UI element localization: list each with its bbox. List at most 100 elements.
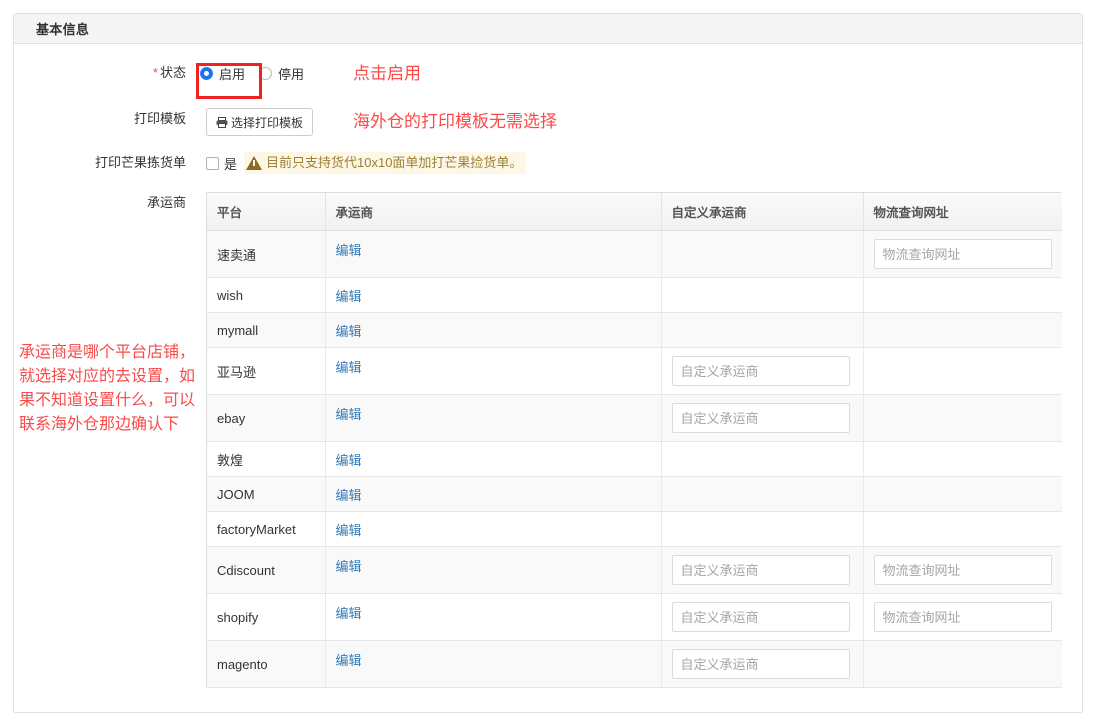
cell-platform: magento — [207, 640, 326, 688]
cell-custom-carrier — [661, 394, 864, 442]
cell-custom-carrier — [661, 593, 864, 641]
print-template-control: 选择打印模板 — [196, 108, 1082, 136]
table-row: ebay 编辑 — [207, 394, 1062, 442]
cell-carrier: 编辑 — [325, 277, 662, 313]
edit-carrier-link[interactable]: 编辑 — [336, 360, 362, 375]
carrier-table-head: 平台 承运商 自定义承运商 物流查询网址 — [207, 193, 1062, 231]
edit-carrier-link[interactable]: 编辑 — [336, 606, 362, 621]
cell-carrier: 编辑 — [325, 640, 662, 688]
cell-logistics-url — [863, 347, 1062, 395]
cell-platform: wish — [207, 277, 326, 313]
column-header-platform: 平台 — [207, 193, 326, 231]
cell-platform: factoryMarket — [207, 511, 326, 547]
cell-platform: 亚马逊 — [207, 347, 326, 395]
cell-carrier: 编辑 — [325, 394, 662, 442]
print-template-label: 打印模板 — [133, 111, 186, 126]
column-header-logistics-url: 物流查询网址 — [863, 193, 1062, 231]
cell-logistics-url — [863, 230, 1062, 278]
cell-platform: JOOM — [207, 476, 326, 512]
cell-custom-carrier — [661, 511, 864, 547]
cell-platform: 敦煌 — [207, 441, 326, 477]
required-marker: * — [152, 65, 158, 80]
cell-custom-carrier — [661, 312, 864, 348]
carrier-table: 平台 承运商 自定义承运商 物流查询网址 速卖通编辑wish编辑mymall编辑… — [207, 193, 1062, 688]
edit-carrier-link[interactable]: 编辑 — [336, 289, 362, 304]
table-row: 敦煌 编辑 — [207, 441, 1062, 477]
page-title: 基本信息 — [36, 22, 90, 37]
cell-logistics-url — [863, 511, 1062, 547]
table-row: mymall 编辑 — [207, 312, 1062, 348]
table-row: wish 编辑 — [207, 277, 1062, 313]
radio-dot-enabled-icon[interactable] — [200, 66, 213, 80]
edit-carrier-link[interactable]: 编辑 — [336, 488, 362, 503]
cell-platform: mymall — [207, 312, 326, 348]
table-header-row: 平台 承运商 自定义承运商 物流查询网址 — [207, 193, 1062, 231]
cell-carrier: 编辑 — [325, 511, 662, 547]
custom-carrier-input[interactable] — [671, 356, 850, 386]
select-print-template-button[interactable]: 选择打印模板 — [206, 108, 314, 136]
table-row: Cdiscount 编辑 — [207, 546, 1062, 594]
cell-platform: ebay — [207, 394, 326, 442]
cell-logistics-url — [863, 394, 1062, 442]
mango-pick-checkbox[interactable] — [206, 156, 219, 170]
edit-carrier-link[interactable]: 编辑 — [336, 324, 362, 339]
edit-carrier-link[interactable]: 编辑 — [336, 559, 362, 574]
table-row: magento 编辑 — [207, 640, 1062, 688]
logistics-url-input[interactable] — [873, 239, 1052, 269]
cell-carrier: 编辑 — [325, 476, 662, 512]
warning-triangle-icon — [246, 156, 263, 170]
carrier-table-body: 速卖通编辑wish编辑mymall编辑亚马逊编辑ebay编辑敦煌编辑JOOM编辑… — [207, 230, 1062, 688]
mango-pick-line: 是 目前只支持货代10x10面单加打芒果捡货单。 — [196, 152, 1082, 174]
printer-icon — [216, 116, 228, 128]
radio-label-disabled: 停用 — [278, 66, 305, 82]
custom-carrier-input[interactable] — [671, 602, 850, 632]
cell-custom-carrier — [661, 441, 864, 477]
edit-carrier-link[interactable]: 编辑 — [336, 653, 362, 668]
annotation-carrier-note: 承运商是哪个平台店铺，就选择对应的去设置，如果不知道设置什么，可以联系海外仓那边… — [19, 342, 196, 433]
mango-pick-label: 打印芒果拣货单 — [94, 155, 186, 170]
form-row-carrier-table: 承运商 平台 承运商 自定义承运商 物流查询网址 速卖通 编辑 物流查询网址 w… — [14, 192, 1082, 688]
column-header-carrier: 承运商 — [325, 193, 662, 231]
status-label-text: 状态 — [159, 65, 186, 80]
select-print-template-label: 选择打印模板 — [231, 115, 304, 130]
radio-status-disabled[interactable]: 停用 — [259, 64, 304, 83]
edit-carrier-link[interactable]: 编辑 — [336, 453, 362, 468]
custom-carrier-input[interactable] — [671, 649, 850, 679]
table-row: 速卖通 编辑 — [207, 230, 1062, 278]
edit-carrier-link[interactable]: 编辑 — [336, 243, 362, 258]
table-row: factoryMarket 编辑 — [207, 511, 1062, 547]
cell-logistics-url — [863, 476, 1062, 512]
cell-logistics-url — [863, 593, 1062, 641]
annotation-print-template: 海外仓的打印模板无需选择 — [353, 112, 557, 132]
table-row: JOOM 编辑 — [207, 476, 1062, 512]
table-row: 亚马逊 编辑 — [207, 347, 1062, 395]
custom-carrier-input[interactable] — [671, 403, 850, 433]
form-row-status: * 状态 启用 停用 — [14, 62, 1082, 108]
cell-custom-carrier — [661, 230, 864, 278]
radio-dot-disabled-icon[interactable] — [259, 66, 273, 80]
carrier-table-wrapper: 平台 承运商 自定义承运商 物流查询网址 速卖通编辑wish编辑mymall编辑… — [206, 192, 1062, 688]
cell-platform: Cdiscount — [207, 546, 326, 594]
cell-carrier: 编辑 — [325, 593, 662, 641]
mango-pick-checkbox-label: 是 — [224, 156, 238, 172]
form-row-mango-pick: 打印芒果拣货单 是 目前只支持货代10x10面单加打芒果捡货单。 — [14, 152, 1082, 192]
cell-carrier: 编辑 — [325, 546, 662, 594]
cell-logistics-url — [863, 441, 1062, 477]
table-row: shopify 编辑 — [207, 593, 1062, 641]
custom-carrier-input[interactable] — [671, 555, 850, 585]
radio-status-enabled[interactable]: 启用 — [200, 64, 245, 83]
cell-carrier: 编辑 — [325, 230, 662, 278]
column-header-custom-carrier: 自定义承运商 — [661, 193, 864, 231]
cell-logistics-url — [863, 640, 1062, 688]
logistics-url-input[interactable] — [873, 602, 1052, 632]
edit-carrier-link[interactable]: 编辑 — [336, 407, 362, 422]
cell-platform: 速卖通 — [207, 230, 326, 278]
cell-custom-carrier — [661, 347, 864, 395]
panel-header: 基本信息 — [14, 14, 1082, 44]
mango-pick-control: 是 目前只支持货代10x10面单加打芒果捡货单。 — [196, 152, 1082, 174]
logistics-url-input[interactable] — [873, 555, 1052, 585]
cell-carrier: 编辑 — [325, 441, 662, 477]
edit-carrier-link[interactable]: 编辑 — [336, 523, 362, 538]
status-control: 启用 停用 — [196, 62, 1082, 84]
status-label: * 状态 — [14, 62, 196, 84]
